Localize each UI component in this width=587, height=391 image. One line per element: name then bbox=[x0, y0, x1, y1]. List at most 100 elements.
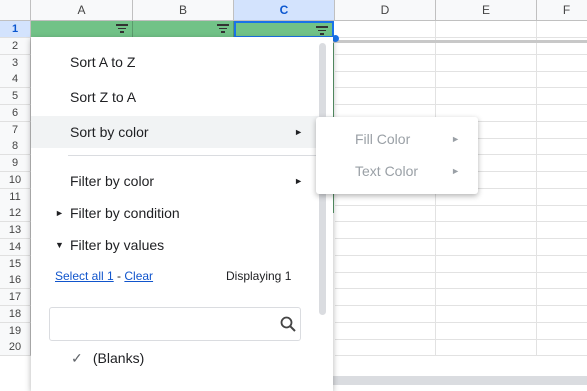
checkmark-icon: ✓ bbox=[71, 350, 83, 366]
grid-cell[interactable] bbox=[436, 272, 537, 290]
row-header[interactable]: 9 bbox=[0, 155, 31, 172]
horizontal-scrollbar[interactable] bbox=[333, 376, 587, 385]
grid-cell[interactable] bbox=[537, 155, 587, 172]
row-header[interactable]: 8 bbox=[0, 138, 31, 156]
row-header[interactable]: 2 bbox=[0, 37, 31, 55]
grid-cell[interactable] bbox=[537, 138, 587, 156]
filter-icon[interactable] bbox=[217, 24, 229, 34]
grid-cell[interactable] bbox=[537, 122, 587, 139]
search-input[interactable] bbox=[56, 314, 270, 336]
submenu-arrow-icon: ► bbox=[451, 166, 460, 176]
menu-item-sort-by-color[interactable]: Sort by color ► bbox=[31, 116, 333, 148]
value-item-blanks[interactable]: ✓ (Blanks) bbox=[71, 350, 144, 367]
grid-cell[interactable] bbox=[335, 21, 436, 38]
column-header-d[interactable]: D bbox=[335, 0, 436, 21]
grid-cell[interactable] bbox=[436, 222, 537, 239]
grid-cell[interactable] bbox=[335, 339, 436, 357]
row-header[interactable]: 11 bbox=[0, 188, 31, 206]
row-header[interactable]: 3 bbox=[0, 54, 31, 72]
row-header[interactable]: 10 bbox=[0, 171, 31, 189]
grid-cell[interactable] bbox=[335, 205, 436, 223]
grid-cell[interactable] bbox=[537, 239, 587, 256]
grid-cell[interactable] bbox=[436, 305, 537, 323]
grid-cell[interactable] bbox=[335, 322, 436, 340]
grid-cell[interactable] bbox=[537, 256, 587, 273]
column-header-e[interactable]: E bbox=[436, 0, 537, 21]
row-header[interactable]: 6 bbox=[0, 104, 31, 122]
submenu-item-text-color[interactable]: Text Color ► bbox=[316, 155, 478, 187]
grid-cell[interactable] bbox=[537, 272, 587, 290]
grid-cell[interactable] bbox=[335, 238, 436, 256]
menu-item-label: Filter by condition bbox=[70, 205, 180, 221]
submenu-arrow-icon: ► bbox=[294, 127, 303, 137]
column-header-c[interactable]: C bbox=[234, 0, 335, 21]
grid-cell[interactable] bbox=[436, 238, 537, 256]
menu-item-filter-by-condition[interactable]: ► Filter by condition bbox=[31, 197, 333, 229]
menu-item-sort-z-a[interactable]: Sort Z to A bbox=[31, 81, 333, 113]
grid-cell[interactable] bbox=[436, 54, 537, 72]
grid-cell[interactable] bbox=[537, 71, 587, 89]
menu-item-sort-a-z[interactable]: Sort A to Z bbox=[31, 46, 333, 78]
grid-cell[interactable] bbox=[436, 71, 537, 89]
sort-by-color-submenu: Fill Color ► Text Color ► bbox=[316, 117, 478, 194]
row-header[interactable]: 1 bbox=[0, 21, 31, 38]
selection-fill-handle[interactable] bbox=[332, 35, 339, 42]
frozen-row-divider[interactable] bbox=[333, 40, 587, 43]
row-header[interactable]: 18 bbox=[0, 305, 31, 323]
filter-header-cell-a[interactable] bbox=[31, 21, 133, 38]
filter-icon[interactable] bbox=[116, 24, 128, 34]
grid-cell[interactable] bbox=[436, 205, 537, 223]
menu-item-filter-by-color[interactable]: Filter by color ► bbox=[31, 165, 333, 197]
grid-cell[interactable] bbox=[537, 323, 587, 340]
column-header-f[interactable]: F bbox=[537, 0, 587, 21]
grid-cell[interactable] bbox=[436, 339, 537, 357]
grid-cell[interactable] bbox=[537, 105, 587, 122]
column-header-b[interactable]: B bbox=[133, 0, 234, 21]
grid-cell[interactable] bbox=[537, 205, 587, 223]
grid-cell[interactable] bbox=[436, 255, 537, 273]
filter-icon[interactable] bbox=[316, 26, 328, 36]
grid-cell[interactable] bbox=[335, 71, 436, 89]
grid-cell[interactable] bbox=[537, 21, 587, 38]
row-header[interactable]: 16 bbox=[0, 272, 31, 290]
grid-cell[interactable] bbox=[436, 21, 537, 38]
grid-cell[interactable] bbox=[537, 88, 587, 105]
clear-link[interactable]: Clear bbox=[124, 269, 153, 283]
row-header[interactable]: 4 bbox=[0, 71, 31, 89]
row-header[interactable]: 14 bbox=[0, 238, 31, 256]
grid-cell[interactable] bbox=[335, 272, 436, 290]
select-all-link[interactable]: Select all 1 bbox=[55, 269, 114, 283]
row-header[interactable]: 12 bbox=[0, 205, 31, 223]
grid-cell[interactable] bbox=[436, 289, 537, 306]
grid-cell[interactable] bbox=[335, 255, 436, 273]
grid-cell[interactable] bbox=[537, 189, 587, 206]
submenu-item-fill-color[interactable]: Fill Color ► bbox=[316, 123, 478, 155]
grid-cell[interactable] bbox=[335, 54, 436, 72]
filter-header-cell-b[interactable] bbox=[133, 21, 234, 38]
row-header[interactable]: 13 bbox=[0, 222, 31, 239]
select-all-corner[interactable] bbox=[0, 0, 31, 21]
grid-cell[interactable] bbox=[537, 222, 587, 239]
column-header-a[interactable]: A bbox=[31, 0, 133, 21]
grid-cell[interactable] bbox=[537, 306, 587, 323]
grid-cell[interactable] bbox=[335, 305, 436, 323]
row-header[interactable]: 17 bbox=[0, 289, 31, 306]
grid-cell[interactable] bbox=[537, 289, 587, 306]
row-header[interactable]: 20 bbox=[0, 339, 31, 357]
filter-values-search[interactable] bbox=[49, 307, 301, 341]
row-header[interactable]: 7 bbox=[0, 121, 31, 139]
grid-cell[interactable] bbox=[436, 88, 537, 105]
grid-cell[interactable] bbox=[537, 172, 587, 189]
filter-header-cell-c[interactable] bbox=[234, 21, 334, 38]
grid-cell[interactable] bbox=[436, 322, 537, 340]
menu-item-filter-by-values[interactable]: ▼ Filter by values bbox=[31, 229, 333, 261]
row-header[interactable]: 15 bbox=[0, 255, 31, 273]
row-header[interactable]: 5 bbox=[0, 88, 31, 105]
grid-cell[interactable] bbox=[335, 88, 436, 105]
grid-cell[interactable] bbox=[335, 222, 436, 239]
row-header[interactable]: 19 bbox=[0, 322, 31, 340]
grid-cell[interactable] bbox=[537, 55, 587, 72]
submenu-item-label: Text Color bbox=[355, 163, 419, 179]
grid-cell[interactable] bbox=[335, 289, 436, 306]
grid-cell[interactable] bbox=[537, 339, 587, 357]
